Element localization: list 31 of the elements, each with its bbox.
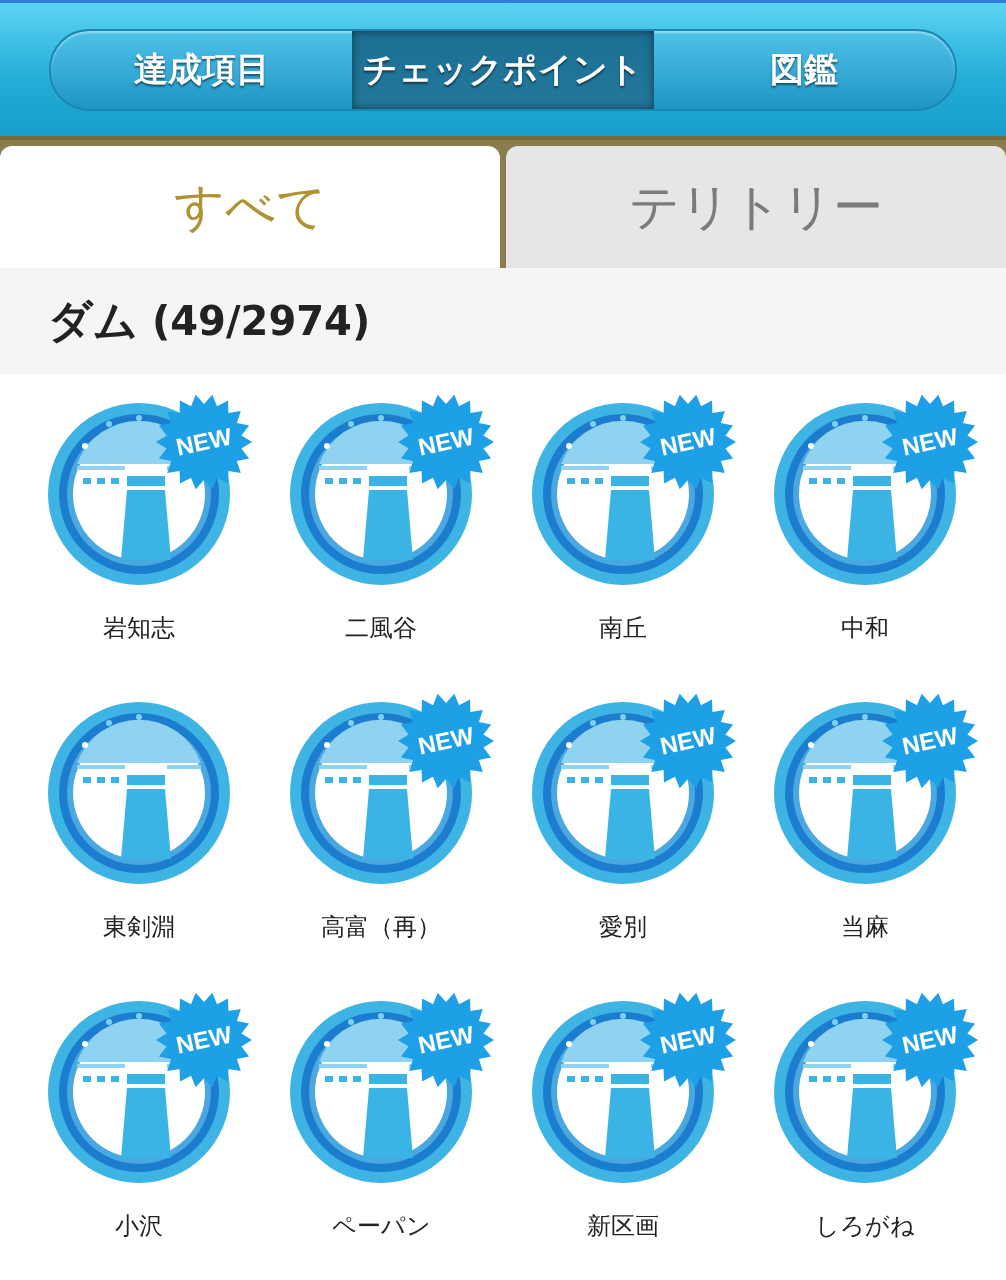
new-badge: NEW [638,992,738,1088]
checkpoint-name: 高富（再） [321,912,441,943]
checkpoint-name: 東剣淵 [103,912,175,943]
segment-tab[interactable]: 図鑑 [653,30,955,109]
checkpoint-name: 南丘 [599,613,647,644]
checkpoint-name: しろがね [815,1211,915,1242]
new-badge: NEW [154,394,254,490]
checkpoint-name: 当麻 [841,912,889,943]
new-badge: NEW [638,394,738,490]
new-badge: NEW [154,992,254,1088]
checkpoint-name: 小沢 [115,1211,163,1242]
segment-tab[interactable]: 達成項目 [51,30,353,109]
checkpoint-name: ペーパン [331,1211,431,1242]
new-badge: NEW [396,992,496,1088]
segment-tab[interactable]: チェックポイント [352,30,654,109]
new-badge: NEW [880,394,980,490]
filter-tab[interactable]: テリトリー [506,146,1006,268]
dam-medal-icon [47,701,231,885]
new-badge: NEW [396,693,496,789]
checkpoint-name: 二風谷 [345,613,417,644]
checkpoint-name: 岩知志 [103,613,175,644]
new-badge: NEW [638,693,738,789]
filter-tab[interactable]: すべて [0,146,500,268]
checkpoint-name: 新区画 [587,1211,659,1242]
checkpoint-name: 中和 [841,613,889,644]
new-badge: NEW [396,394,496,490]
section-title: ダム [48,293,138,348]
section-count: (49/2974) [152,298,371,344]
new-badge: NEW [880,992,980,1088]
new-badge: NEW [880,693,980,789]
checkpoint-name: 愛別 [599,912,647,943]
